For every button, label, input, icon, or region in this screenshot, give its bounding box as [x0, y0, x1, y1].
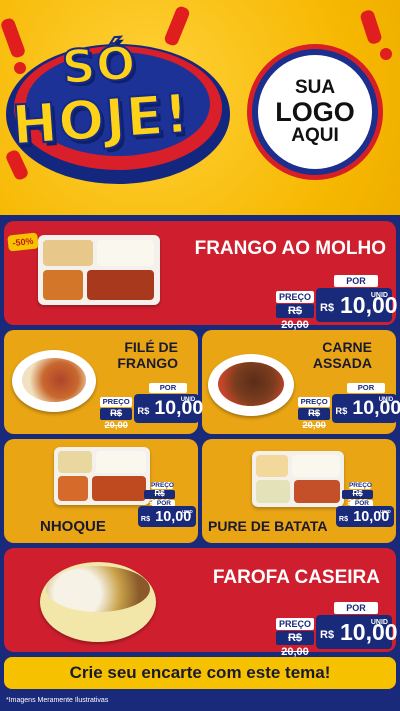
old-price: R$ 20,00: [100, 407, 133, 430]
unit-label: UNID: [380, 508, 391, 514]
old-price: R$ 20,00: [341, 489, 374, 506]
price-box: R$ 10,00 UNID: [138, 506, 196, 527]
food-image-plate: [12, 350, 96, 412]
food-image-tray: [54, 447, 150, 505]
product-name-line2: FRANGO: [117, 355, 178, 371]
unit-label: UNID: [378, 397, 394, 404]
preco-label: PREÇO: [276, 291, 314, 303]
price-box: R$ 10,00 UNID: [316, 288, 398, 322]
currency: R$: [338, 513, 349, 523]
unit-label: UNID: [180, 397, 196, 404]
logo-text-line2: LOGO: [275, 96, 355, 127]
price-value: 10,00: [340, 292, 398, 318]
food-image-tray: [38, 235, 160, 305]
unit-label: UNID: [182, 508, 193, 514]
exclamation-dot-icon: [380, 48, 392, 60]
product-name: PURE DE BATATA: [208, 518, 328, 534]
unit-label: UNID: [370, 619, 388, 626]
por-label: POR: [347, 383, 385, 394]
food-image-plate: [208, 354, 294, 416]
currency: R$: [140, 513, 151, 523]
old-price: R$ 20,00: [276, 304, 314, 331]
currency: R$: [320, 629, 335, 641]
product-name: FAROFA CASEIRA: [212, 567, 380, 588]
price-box: R$ 10,00 UNID: [316, 615, 398, 649]
currency: R$: [320, 302, 335, 314]
preco-label: PREÇO: [298, 396, 331, 407]
old-price: R$ 20,00: [276, 631, 314, 658]
product-name: FRANGO AO MOLHO: [194, 238, 386, 259]
price-box: R$ 10,00 UNID: [332, 394, 400, 423]
footnote: *Imagens Meramente Ilustrativas: [6, 697, 109, 704]
logo-text-line3: AQUI: [291, 125, 339, 147]
currency: R$: [137, 405, 150, 416]
logo-text-line1: SUA: [294, 76, 336, 98]
discount-badge: -50%: [7, 232, 39, 252]
flyer: SÓ HOJE! SUA LOGO AQUI FRANGO AO MOLHO -…: [0, 0, 400, 711]
old-price: R$ 20,00: [143, 489, 176, 506]
por-label: POR: [334, 602, 378, 614]
logo-placeholder: SUA LOGO AQUI: [247, 44, 383, 180]
product-name-line1: CARNE: [322, 339, 372, 355]
cta-text: Crie seu encarte com este tema!: [69, 663, 331, 682]
unit-label: UNID: [370, 292, 388, 299]
product-name: NHOQUE: [40, 518, 106, 535]
por-label: POR: [334, 275, 378, 287]
por-label: POR: [149, 383, 187, 394]
price-value: 10,00: [340, 619, 398, 645]
header: SÓ HOJE! SUA LOGO AQUI: [0, 0, 400, 215]
product-name-line1: FILÉ DE: [124, 339, 178, 355]
product-name-line2: ASSADA: [312, 355, 372, 371]
cta-banner[interactable]: Crie seu encarte com este tema!: [4, 657, 396, 689]
old-price: R$ 20,00: [298, 407, 331, 430]
currency: R$: [335, 405, 348, 416]
headline-hoje: HOJE!: [9, 81, 193, 158]
preco-label: PREÇO: [276, 618, 314, 630]
preco-label: PREÇO: [100, 396, 133, 407]
price-value: 10,00: [154, 397, 204, 420]
food-image-tray: [252, 451, 344, 507]
food-image-bowl: [40, 562, 156, 642]
price-box: R$ 10,00 UNID: [134, 394, 203, 423]
price-box: R$ 10,00 UNID: [336, 506, 394, 527]
